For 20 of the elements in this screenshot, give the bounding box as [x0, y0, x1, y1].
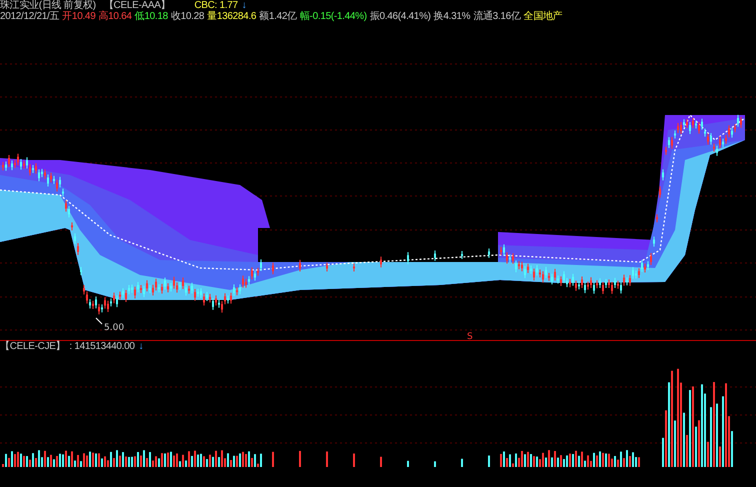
quote-field: 流通3.16亿	[473, 11, 521, 22]
low-price-label: 5.00	[104, 323, 124, 333]
indicator-name: 【CELE-CJE】	[0, 341, 66, 352]
quote-field: 量136284.6	[207, 11, 256, 22]
quote-field: 开10.49	[62, 11, 96, 22]
signal-marker: S	[467, 332, 473, 340]
down-arrow: ↓	[138, 341, 144, 352]
quote-field: 换4.31%	[434, 11, 470, 22]
quote-field: 额1.42亿	[259, 11, 297, 22]
down-arrow: ↓	[242, 0, 246, 11]
quote-field: 2012/12/21/五	[0, 11, 60, 22]
indicator-name: 【CELE-AAA】	[104, 0, 170, 11]
indicator-value: CBC: 1.77	[194, 0, 238, 11]
quote-field: 幅-0.15(-1.44%)	[300, 11, 367, 22]
quote-field: 全国地产	[524, 11, 562, 22]
quote-field: 收10.28	[170, 11, 204, 22]
quote-field: 低10.18	[134, 11, 168, 22]
indicator-value: : 141513440.00	[69, 341, 135, 352]
quote-field: 振0.46(4.41%)	[370, 11, 431, 22]
quote-field: 高10.64	[98, 11, 132, 22]
